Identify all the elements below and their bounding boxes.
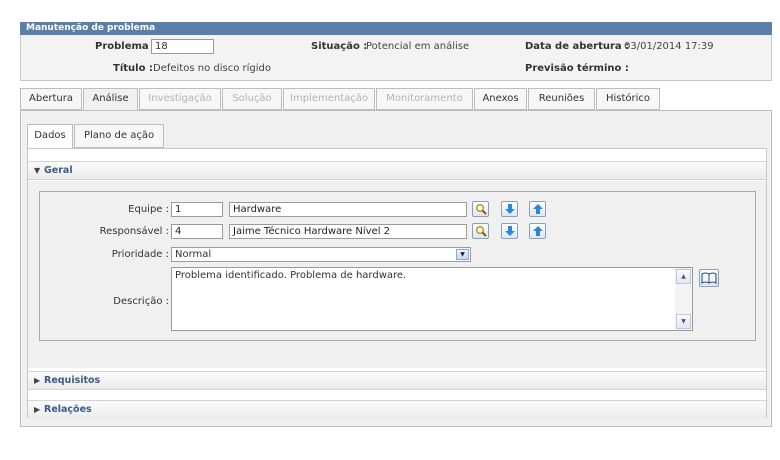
tab-implementacao: Implementação xyxy=(283,88,375,110)
data-abertura-value: 03/01/2014 17:39 xyxy=(624,41,714,52)
equipe-name-input[interactable]: Hardware xyxy=(229,202,467,217)
titulo-value: Defeitos no disco rígido xyxy=(153,63,271,74)
expand-right-icon: ▶ xyxy=(34,376,41,385)
problema-input[interactable]: 18 xyxy=(151,39,214,54)
prioridade-select[interactable]: Normal ▼ xyxy=(171,247,471,262)
analise-tab-content: Dados Plano de ação ▼ Geral Equipe : 1 Ha… xyxy=(20,110,772,427)
arrow-down-icon[interactable] xyxy=(501,201,518,217)
descricao-text: Problema identificado. Problema de hardw… xyxy=(175,270,407,281)
section-geral-body: Equipe : 1 Hardware Responsável : 4 Jaim… xyxy=(28,181,766,368)
arrow-down-icon[interactable] xyxy=(501,223,518,239)
geral-fieldset: Equipe : 1 Hardware Responsável : 4 Jaim… xyxy=(39,191,756,341)
scroll-down-icon[interactable]: ▼ xyxy=(676,314,691,329)
section-geral-label: Geral xyxy=(44,165,73,176)
tab-analise[interactable]: Análise xyxy=(83,88,138,111)
equipe-code-input[interactable]: 1 xyxy=(171,202,223,217)
prioridade-selected-value: Normal xyxy=(175,249,212,260)
data-abertura-label: Data de abertura : xyxy=(525,41,630,52)
tab-abertura[interactable]: Abertura xyxy=(20,88,82,110)
section-requisitos-header[interactable]: ▶ Requisitos xyxy=(28,371,766,390)
header-fields: Problema : 18 Situação : Potencial em an… xyxy=(20,35,772,81)
subtab-plano-de-acao[interactable]: Plano de ação xyxy=(74,124,164,148)
section-relacoes-header[interactable]: ▶ Relações xyxy=(28,400,766,419)
arrow-up-icon[interactable] xyxy=(529,201,546,217)
expand-down-icon: ▼ xyxy=(34,166,41,175)
tab-historico[interactable]: Histórico xyxy=(596,88,660,110)
section-relacoes-label: Relações xyxy=(44,404,92,415)
descricao-label: Descrição : xyxy=(113,296,169,307)
problem-header-panel: Manutenção de problema Problema : 18 Sit… xyxy=(20,22,772,81)
chevron-down-icon: ▼ xyxy=(456,249,469,260)
descricao-scrollbar[interactable]: ▲ ▼ xyxy=(675,268,692,330)
dados-content: ▼ Geral Equipe : 1 Hardware Responsável : xyxy=(27,148,767,419)
prioridade-label: Prioridade : xyxy=(111,249,169,260)
situacao-value: Potencial em análise xyxy=(366,41,470,52)
titulo-label: Título : xyxy=(113,63,153,74)
responsavel-label: Responsável : xyxy=(99,226,169,237)
tab-reunioes[interactable]: Reuniões xyxy=(528,88,595,110)
window-title: Manutenção de problema xyxy=(20,22,772,35)
descricao-textarea[interactable]: Problema identificado. Problema de hardw… xyxy=(171,267,693,331)
tab-monitoramento: Monitoramento xyxy=(376,88,473,110)
responsavel-code-input[interactable]: 4 xyxy=(171,224,223,239)
main-tabs: Abertura Análise Investigação Solução Im… xyxy=(20,88,772,111)
equipe-label: Equipe : xyxy=(128,204,169,215)
previsao-label: Previsão término : xyxy=(525,63,629,74)
responsavel-name-input[interactable]: Jaime Técnico Hardware Nível 2 xyxy=(229,224,467,239)
search-icon[interactable] xyxy=(472,223,489,239)
subtab-dados[interactable]: Dados xyxy=(27,124,73,149)
book-icon[interactable] xyxy=(699,269,719,287)
tab-solucao: Solução xyxy=(222,88,282,110)
arrow-up-icon[interactable] xyxy=(529,223,546,239)
expand-right-icon: ▶ xyxy=(34,405,41,414)
situacao-label: Situação : xyxy=(311,41,368,52)
problema-label: Problema : xyxy=(95,41,157,52)
search-icon[interactable] xyxy=(472,201,489,217)
tab-anexos[interactable]: Anexos xyxy=(474,88,527,110)
scroll-up-icon[interactable]: ▲ xyxy=(676,269,691,284)
section-geral-header[interactable]: ▼ Geral xyxy=(28,161,766,180)
section-requisitos-label: Requisitos xyxy=(44,375,101,386)
tab-investigacao: Investigação xyxy=(139,88,221,110)
